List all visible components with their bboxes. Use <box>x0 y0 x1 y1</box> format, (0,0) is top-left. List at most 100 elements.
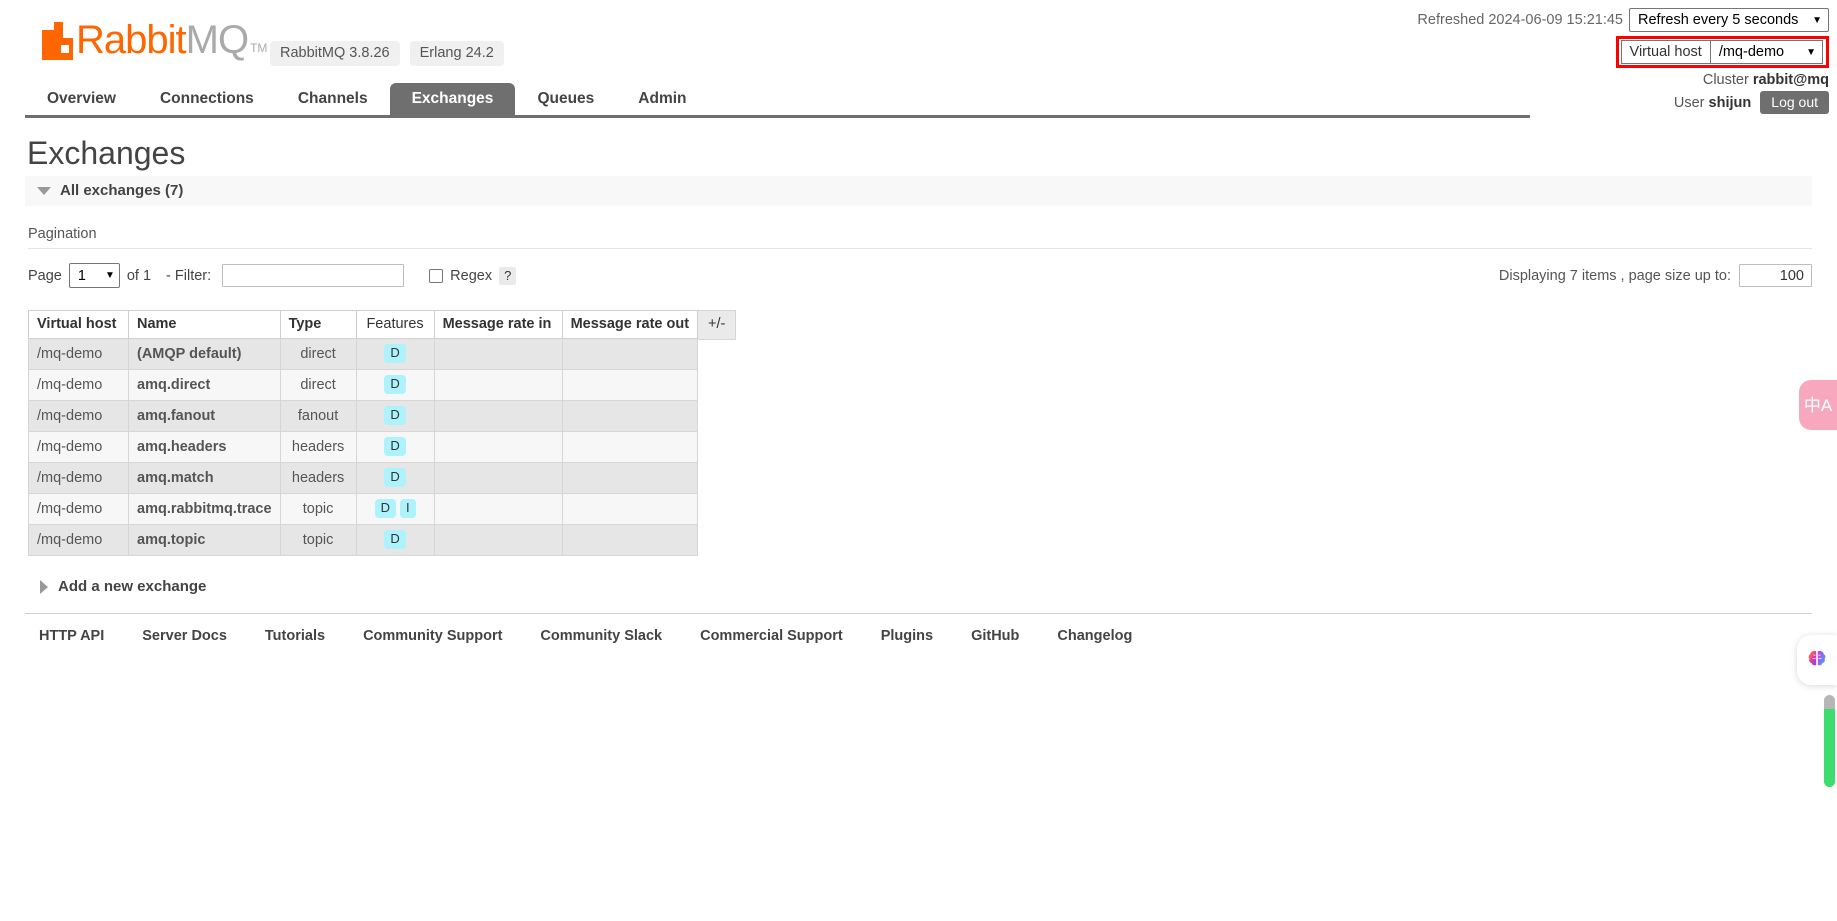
vhost-label: Virtual host <box>1621 41 1710 63</box>
main-content: Exchanges All exchanges (7) Pagination P… <box>0 118 1837 644</box>
chevron-down-icon: ▼ <box>1812 14 1822 26</box>
scrollbar-thumb-top[interactable] <box>1824 695 1835 709</box>
footer-link[interactable]: Commercial Support <box>700 628 843 644</box>
cell-features: D <box>355 462 435 494</box>
vhost-select[interactable]: /mq-demo ▼ <box>1709 41 1822 63</box>
feature-badge: D <box>384 530 406 549</box>
add-exchange-section-header[interactable]: Add a new exchange <box>40 578 1837 595</box>
feature-badge: D <box>384 406 406 425</box>
nav-item-queues[interactable]: Queues <box>515 83 616 115</box>
cell-rate-out <box>561 524 699 556</box>
vhost-selected-value: /mq-demo <box>1718 44 1785 60</box>
logout-button[interactable]: Log out <box>1760 91 1829 114</box>
feature-badge: D <box>384 375 406 394</box>
refresh-interval-value: Refresh every 5 seconds <box>1638 12 1799 28</box>
page-scrollbar[interactable] <box>1824 695 1835 795</box>
cell-exchange-name[interactable]: amq.direct <box>128 369 281 401</box>
chevron-down-icon <box>37 186 51 195</box>
col-header-type[interactable]: Type <box>279 310 357 339</box>
cell-exchange-name[interactable]: amq.match <box>128 462 281 494</box>
table-row: /mq-demo amq.topic topic D <box>28 524 699 556</box>
table-row: /mq-demo amq.headers headers D <box>28 431 699 463</box>
cell-features: D <box>355 524 435 556</box>
filter-input[interactable] <box>222 264 405 287</box>
col-header-name[interactable]: Name <box>128 310 281 339</box>
regex-help-button[interactable]: ? <box>499 266 517 285</box>
cell-exchange-name[interactable]: amq.topic <box>128 524 281 556</box>
cell-exchange-name[interactable]: (AMQP default) <box>128 338 281 370</box>
nav-item-channels[interactable]: Channels <box>276 83 390 115</box>
footer-link[interactable]: Plugins <box>881 628 933 644</box>
feature-badge: D <box>374 499 396 518</box>
cell-features: DI <box>355 493 435 525</box>
pagination-heading: Pagination <box>28 226 1812 249</box>
chevron-down-icon: ▼ <box>1806 46 1816 58</box>
nav-item-exchanges[interactable]: Exchanges <box>389 83 516 115</box>
footer-links: HTTP API Server Docs Tutorials Community Su… <box>25 613 1812 644</box>
vhost-highlight-box: Virtual host /mq-demo ▼ <box>1615 36 1829 68</box>
col-header-vhost[interactable]: Virtual host <box>28 310 129 339</box>
cell-features: D <box>355 369 435 401</box>
cell-type: fanout <box>279 400 357 432</box>
page-size-input[interactable] <box>1739 264 1812 287</box>
all-exchanges-section-header[interactable]: All exchanges (7) <box>25 176 1812 206</box>
ai-assistant-widget-button[interactable] <box>1797 635 1837 685</box>
page-number-select[interactable]: 1 ▼ <box>68 263 120 288</box>
cell-rate-out <box>561 493 699 525</box>
cell-features: D <box>355 400 435 432</box>
page-total-label: of 1 <box>126 267 152 284</box>
cell-exchange-name[interactable]: amq.headers <box>128 431 281 463</box>
cell-type: direct <box>279 338 357 370</box>
col-header-rate-in[interactable]: Message rate in <box>433 310 563 339</box>
regex-label: Regex <box>450 267 493 284</box>
cell-type: headers <box>279 431 357 463</box>
page-header: Rabbit MQ TM RabbitMQ 3.8.26 Erlang 24.2… <box>0 0 1837 114</box>
refresh-interval-select[interactable]: Refresh every 5 seconds ▼ <box>1629 8 1829 32</box>
footer-link[interactable]: Server Docs <box>142 628 227 644</box>
col-header-rate-out[interactable]: Message rate out <box>561 310 699 339</box>
feature-badge: I <box>399 499 416 518</box>
pagination-controls: Page 1 ▼ of 1 - Filter: Regex ? Displayi… <box>28 263 1812 288</box>
footer-link[interactable]: Community Slack <box>540 628 662 644</box>
scrollbar-thumb[interactable] <box>1824 709 1835 787</box>
nav-item-admin[interactable]: Admin <box>616 83 708 115</box>
cell-type: topic <box>279 524 357 556</box>
brain-icon <box>1808 650 1826 666</box>
feature-badge: D <box>384 437 406 456</box>
col-header-features: Features <box>355 310 435 339</box>
cell-rate-in <box>433 493 563 525</box>
rabbitmq-logo-icon <box>42 22 73 60</box>
translate-widget-button[interactable]: 中A <box>1799 380 1837 430</box>
cell-features: D <box>355 431 435 463</box>
footer-link[interactable]: Community Support <box>363 628 502 644</box>
regex-checkbox[interactable] <box>429 268 444 283</box>
cell-vhost: /mq-demo <box>28 369 129 401</box>
footer-link[interactable]: GitHub <box>971 628 1019 644</box>
nav-item-connections[interactable]: Connections <box>138 83 276 115</box>
nav-item-overview[interactable]: Overview <box>25 83 138 115</box>
exchanges-table: Virtual host Name Type Features Message … <box>28 310 699 556</box>
cell-exchange-name[interactable]: amq.rabbitmq.trace <box>128 493 281 525</box>
cell-type: headers <box>279 462 357 494</box>
table-row: /mq-demo amq.fanout fanout D <box>28 400 699 432</box>
table-row: /mq-demo amq.rabbitmq.trace topic D I <box>28 493 699 525</box>
exchanges-table-wrap: Virtual host Name Type Features Message … <box>28 310 1837 556</box>
logo-text-rabbit: Rabbit <box>76 18 187 62</box>
toggle-columns-button[interactable]: +/- <box>698 310 737 340</box>
footer-link[interactable]: Tutorials <box>265 628 325 644</box>
cell-rate-out <box>561 462 699 494</box>
cell-type: topic <box>279 493 357 525</box>
filter-label: - Filter: <box>166 267 212 284</box>
cell-rate-in <box>433 369 563 401</box>
cluster-name: rabbit@mq <box>1752 72 1829 88</box>
rabbitmq-logo[interactable]: Rabbit MQ TM <box>42 20 267 60</box>
table-row: /mq-demo amq.direct direct D <box>28 369 699 401</box>
user-name: shijun <box>1708 95 1752 111</box>
cell-type: direct <box>279 369 357 401</box>
cell-exchange-name[interactable]: amq.fanout <box>128 400 281 432</box>
footer-link[interactable]: Changelog <box>1057 628 1132 644</box>
feature-badge: D <box>384 468 406 487</box>
badge-rabbitmq-version: RabbitMQ 3.8.26 <box>270 41 400 66</box>
footer-link[interactable]: HTTP API <box>39 628 104 644</box>
cell-vhost: /mq-demo <box>28 524 129 556</box>
